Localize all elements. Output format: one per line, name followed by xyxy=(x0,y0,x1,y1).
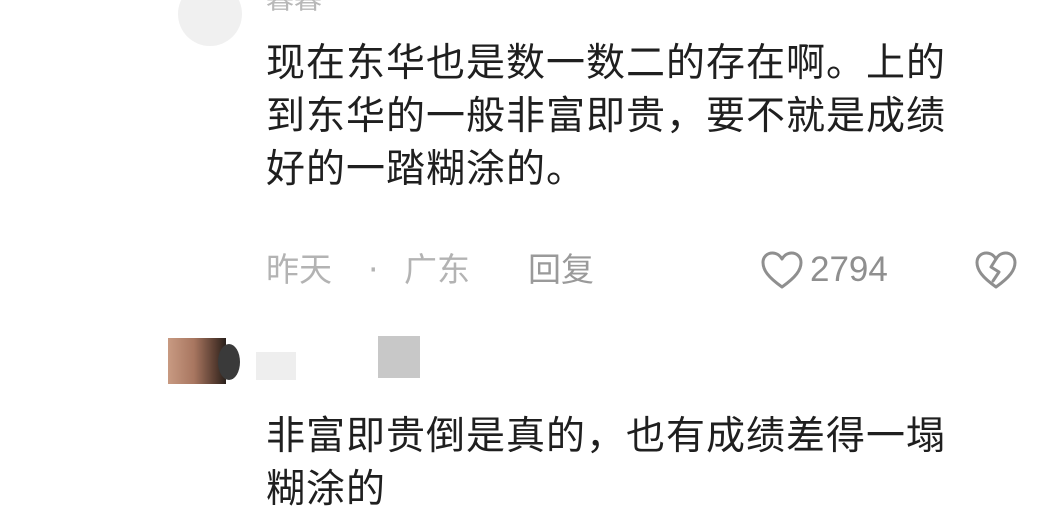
comment-text-line: 现在东华也是数一数二的存在啊。上的 xyxy=(266,41,947,86)
avatar-image xyxy=(218,344,240,380)
comment-text-line: 糊涂的 xyxy=(266,467,387,512)
comment-text: 非富即贵倒是真的，也有成绩差得一塌 糊涂的 xyxy=(266,410,1036,516)
username-redacted xyxy=(256,352,296,380)
heart-outline-icon xyxy=(761,251,803,289)
comment-location: 广东 xyxy=(404,250,470,289)
reply-button[interactable]: 回复 xyxy=(528,248,594,292)
avatar[interactable] xyxy=(178,0,242,46)
username[interactable]: 暮暮 xyxy=(266,0,322,16)
broken-heart-icon xyxy=(975,251,1017,289)
like-count: 2794 xyxy=(810,250,888,289)
separator-dot: · xyxy=(368,250,379,289)
avatar[interactable] xyxy=(168,338,240,384)
comment-text-line: 好的一踏糊涂的。 xyxy=(266,147,587,192)
username-redacted xyxy=(378,336,420,378)
comment-text: 现在东华也是数一数二的存在啊。上的 到东华的一般非富即贵，要不就是成绩 好的一踏… xyxy=(266,37,1036,196)
comment-time: 昨天 xyxy=(266,250,332,289)
comment-text-line: 非富即贵倒是真的，也有成绩差得一塌 xyxy=(266,414,947,459)
comment-meta: 昨天 · 广东 回复 2794 xyxy=(266,248,1026,292)
like-button[interactable]: 2794 xyxy=(760,248,888,292)
dislike-button[interactable] xyxy=(974,250,1018,301)
comment-text-line: 到东华的一般非富即贵，要不就是成绩 xyxy=(266,94,947,139)
